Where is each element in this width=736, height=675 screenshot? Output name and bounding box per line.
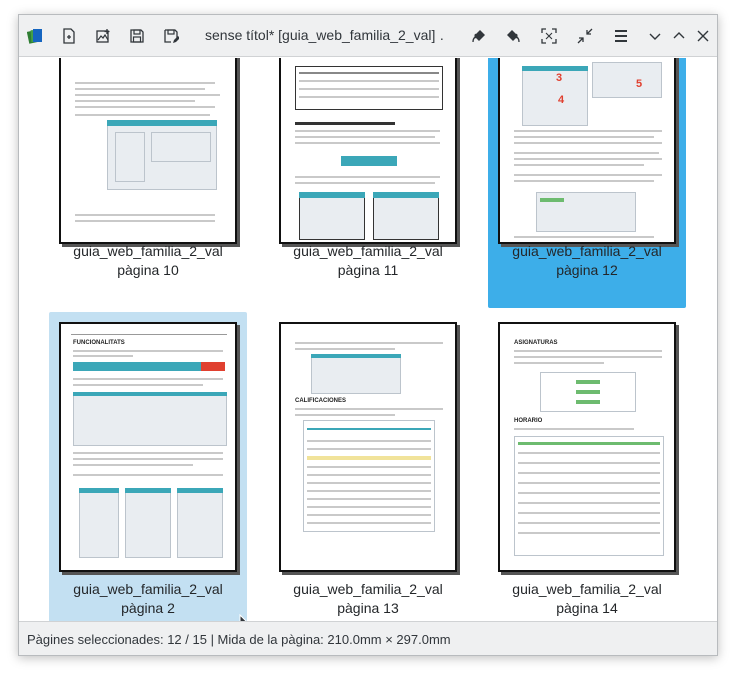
page-thumbnail-grid[interactable]: guia_web_familia_2_val pàgina 10 guia_we… bbox=[19, 58, 717, 621]
thumbnail-heading: FUNCIONALITATS bbox=[73, 340, 125, 346]
thumbnail-heading: HORARIO bbox=[514, 418, 543, 424]
thumbnail-callout-number: 5 bbox=[636, 78, 643, 90]
close-icon[interactable] bbox=[693, 26, 713, 46]
thumbnail-callout-number: 4 bbox=[558, 94, 565, 106]
mouse-cursor-icon bbox=[239, 614, 247, 621]
thumbnail-doc-name: guia_web_familia_2_val bbox=[512, 581, 662, 597]
minimize-icon[interactable] bbox=[645, 26, 665, 46]
thumbnail-page-number: pàgina 14 bbox=[556, 600, 618, 616]
page-preview bbox=[59, 58, 237, 244]
thumbnail-page-number: pàgina 12 bbox=[556, 262, 618, 278]
menu-icon[interactable] bbox=[611, 26, 631, 46]
app-window: sense títol* [guia_web_familia_2_val] … bbox=[18, 14, 718, 656]
thumbnail-doc-name: guia_web_familia_2_val bbox=[73, 581, 223, 597]
page-preview: 3 5 4 bbox=[498, 58, 676, 244]
page-thumbnail-selected[interactable]: 3 5 4 guia_web_familia_2_val pàgina 12 bbox=[488, 58, 686, 308]
page-thumbnail-selected[interactable]: FUNCIONALITATS guia_web_familia_2_val pà… bbox=[49, 312, 247, 621]
thumbnail-page-number: pàgina 13 bbox=[337, 600, 399, 616]
maximize-icon[interactable] bbox=[669, 26, 689, 46]
insert-image-icon[interactable] bbox=[93, 26, 113, 46]
new-page-icon[interactable] bbox=[59, 26, 79, 46]
thumbnail-doc-name: guia_web_familia_2_val bbox=[293, 581, 443, 597]
status-bar: Pàgines seleccionades: 12 / 15 | Mida de… bbox=[19, 621, 717, 655]
page-preview bbox=[279, 58, 457, 244]
thumbnail-doc-name: guia_web_familia_2_val bbox=[73, 243, 223, 259]
page-thumbnail[interactable]: guia_web_familia_2_val pàgina 10 bbox=[49, 58, 247, 290]
rotate-left-icon[interactable] bbox=[469, 26, 489, 46]
thumbnail-page-number: pàgina 11 bbox=[337, 262, 399, 278]
thumbnail-page-number: pàgina 2 bbox=[121, 600, 175, 616]
thumbnail-callout-number: 3 bbox=[556, 72, 563, 84]
zoom-fit-icon[interactable] bbox=[539, 26, 559, 46]
page-preview: FUNCIONALITATS bbox=[59, 322, 237, 572]
status-text: Pàgines seleccionades: 12 / 15 | Mida de… bbox=[27, 632, 451, 647]
page-preview: CALIFICACIONES bbox=[279, 322, 457, 572]
rotate-right-icon[interactable] bbox=[503, 26, 523, 46]
save-icon[interactable] bbox=[127, 26, 147, 46]
window-title: sense títol* [guia_web_familia_2_val] … bbox=[205, 27, 445, 43]
thumbnail-doc-name: guia_web_familia_2_val bbox=[293, 243, 443, 259]
thumbnail-page-number: pàgina 10 bbox=[117, 262, 179, 278]
title-bar: sense títol* [guia_web_familia_2_val] … bbox=[19, 15, 717, 57]
thumbnail-doc-name: guia_web_familia_2_val bbox=[512, 243, 662, 259]
page-thumbnail[interactable]: guia_web_familia_2_val pàgina 11 bbox=[269, 58, 467, 290]
page-thumbnail[interactable]: CALIFICACIONES guia_web_familia_2_val pà… bbox=[269, 312, 467, 616]
page-thumbnail[interactable]: ASIGNATURAS HORARIO guia_web_familia_2_v… bbox=[488, 312, 686, 616]
app-icon bbox=[25, 26, 45, 46]
page-preview: ASIGNATURAS HORARIO bbox=[498, 322, 676, 572]
thumbnail-heading: ASIGNATURAS bbox=[514, 340, 558, 346]
thumbnail-heading: CALIFICACIONES bbox=[295, 398, 346, 404]
save-as-icon[interactable] bbox=[161, 26, 181, 46]
zoom-out-icon[interactable] bbox=[575, 26, 595, 46]
